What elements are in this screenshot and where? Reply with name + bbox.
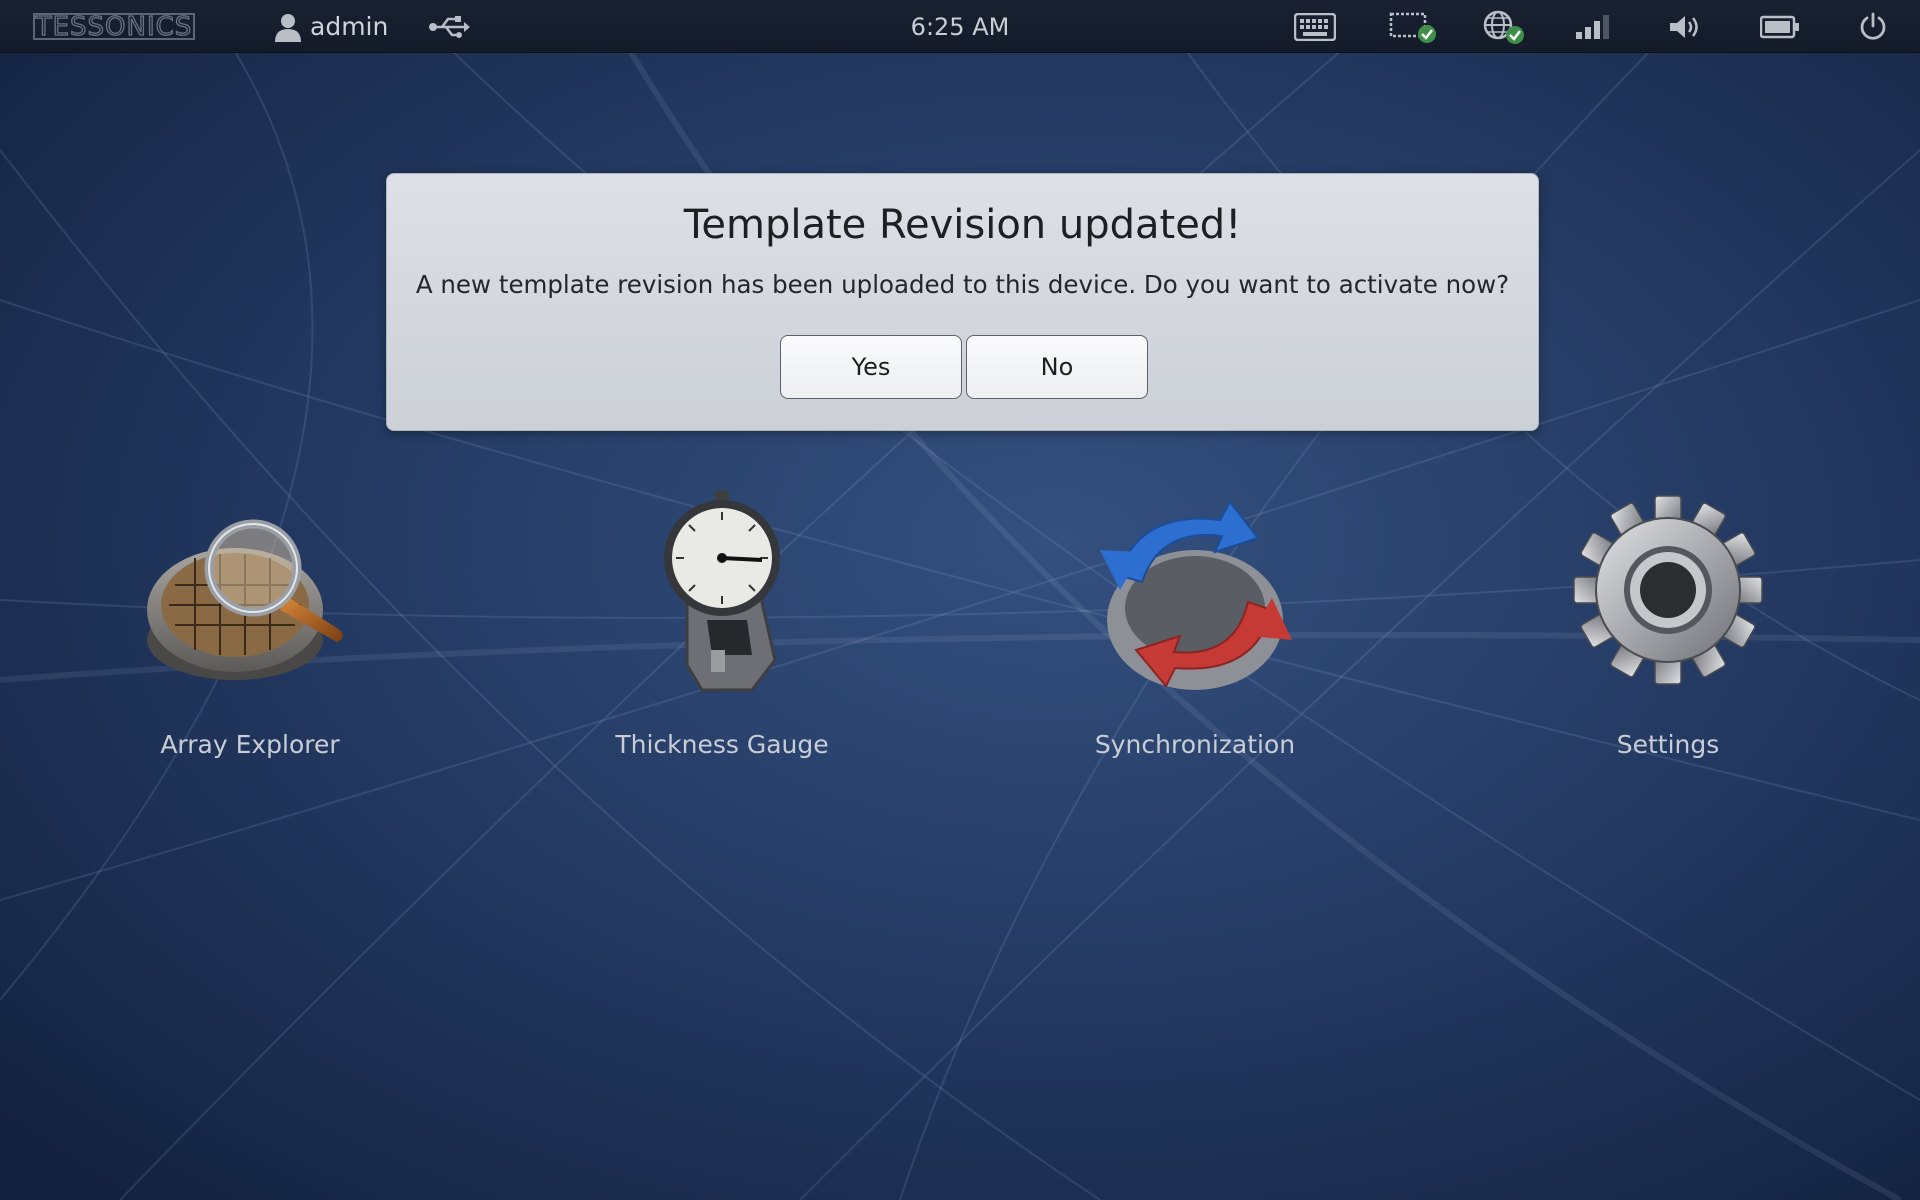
app-label: Synchronization xyxy=(1094,730,1296,759)
app-synchronization[interactable]: Synchronization xyxy=(1035,490,1355,770)
power-icon xyxy=(1858,12,1888,42)
signal-icon xyxy=(1574,14,1610,40)
network-status[interactable] xyxy=(1480,0,1528,53)
user-icon xyxy=(274,12,302,42)
user-name: admin xyxy=(310,12,389,41)
app-label: Thickness Gauge xyxy=(615,730,829,759)
clock-time[interactable]: 6:25 AM xyxy=(911,13,1010,41)
no-button[interactable]: No xyxy=(966,335,1148,399)
app-label: Array Explorer xyxy=(160,730,340,759)
keyboard-button[interactable] xyxy=(1291,0,1339,53)
user-menu[interactable]: admin xyxy=(274,0,388,53)
yes-button[interactable]: Yes xyxy=(780,335,962,399)
network-globe-icon xyxy=(1481,9,1527,45)
template-revision-dialog: Template Revision updated! A new templat… xyxy=(386,173,1539,431)
usb-status[interactable] xyxy=(428,0,470,53)
app-settings[interactable]: Settings xyxy=(1508,490,1828,770)
gear-icon xyxy=(1573,495,1763,685)
app-label: Settings xyxy=(1616,730,1720,759)
dialog-message: A new template revision has been uploade… xyxy=(415,270,1510,299)
volume-icon xyxy=(1668,13,1704,41)
synchronization-icon xyxy=(1100,500,1292,690)
signal-status[interactable] xyxy=(1568,0,1616,53)
logo-text: TESSONICS xyxy=(35,11,193,42)
array-explorer-icon xyxy=(147,519,343,680)
app-thickness-gauge[interactable]: Thickness Gauge xyxy=(562,490,882,770)
app-array-explorer[interactable]: Array Explorer xyxy=(90,490,410,770)
display-check-icon xyxy=(1389,10,1437,44)
tessonics-logo: TESSONICS xyxy=(33,13,195,40)
battery-icon xyxy=(1760,15,1800,39)
dialog-title: Template Revision updated! xyxy=(683,202,1242,248)
keyboard-icon xyxy=(1294,12,1336,41)
power-button[interactable] xyxy=(1849,0,1897,53)
top-panel: TESSONICS admin 6:25 AM xyxy=(0,0,1920,53)
battery-status[interactable] xyxy=(1756,0,1804,53)
volume-control[interactable] xyxy=(1662,0,1710,53)
display-status[interactable] xyxy=(1389,0,1437,53)
usb-icon xyxy=(428,15,470,39)
thickness-gauge-icon xyxy=(664,490,780,692)
